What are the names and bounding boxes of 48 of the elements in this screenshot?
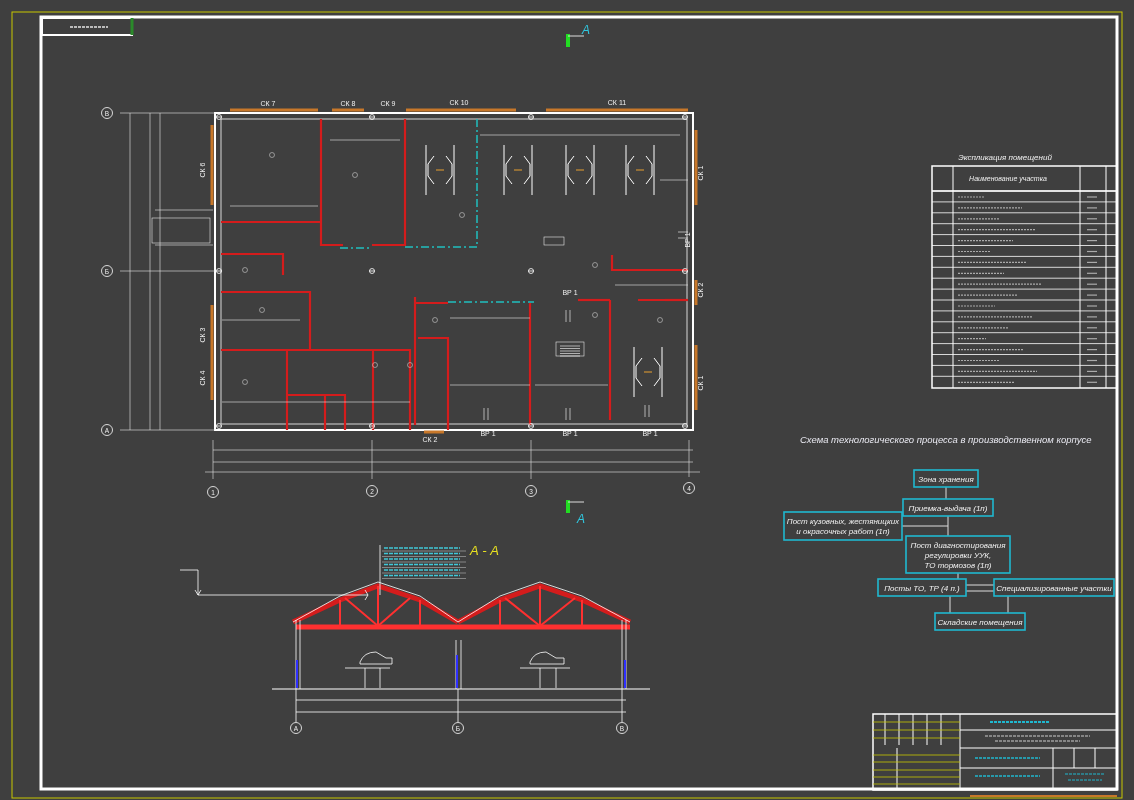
connector-line: [957, 572, 959, 580]
room-number-circle: [459, 212, 465, 218]
connector-line: [965, 590, 995, 592]
connector-line: [945, 486, 947, 500]
column-marker: [681, 423, 689, 429]
vehicle-lift-drawing: [565, 144, 595, 196]
process-box: Приемка-выдача (1п): [902, 498, 994, 517]
column-marker: [527, 268, 535, 274]
column-marker: [368, 423, 376, 429]
process-box: Пост кузовных, жестяницких и окрасочных работ (1п): [783, 511, 903, 541]
process-box: Зона хранения: [913, 469, 979, 488]
process-box: Складские помещения: [934, 612, 1026, 631]
room-number-circle: [242, 379, 248, 385]
column-marker: [527, 114, 535, 120]
column-marker: [368, 268, 376, 274]
section-title: А - А: [470, 543, 499, 558]
connector-line: [965, 584, 995, 586]
column-marker: [681, 114, 689, 120]
vehicle-lift-drawing: [425, 144, 455, 196]
column-marker: [215, 114, 223, 120]
room-number-circle: [592, 262, 598, 268]
room-number-circle: [372, 362, 378, 368]
column-marker: [215, 423, 223, 429]
column-marker: [527, 423, 535, 429]
column-marker: [215, 268, 223, 274]
connector-line: [949, 595, 951, 614]
column-marker: [681, 268, 689, 274]
room-number-circle: [592, 312, 598, 318]
vehicle-lift-drawing: [633, 346, 663, 398]
room-number-circle: [269, 152, 275, 158]
room-number-circle: [657, 317, 663, 323]
table-title: Экспликация помещений: [958, 153, 1052, 162]
room-number-circle: [432, 317, 438, 323]
column-marker: [368, 114, 376, 120]
vehicle-lift-drawing: [503, 144, 533, 196]
room-number-circle: [242, 267, 248, 273]
process-box: Пост диагностирования регулировки УУК, ТО тормозов (1п): [905, 535, 1011, 574]
process-box: Специализированные участки: [993, 578, 1115, 597]
room-number-circle: [259, 307, 265, 313]
section-cut-mark: [566, 500, 585, 513]
section-cut-label: А: [582, 23, 590, 37]
room-number-circle: [407, 362, 413, 368]
room-number-circle: [352, 172, 358, 178]
process-box: Посты ТО, ТР (4 п.): [877, 578, 967, 597]
section-cut-label: А: [577, 512, 585, 526]
section-cut-mark: [566, 34, 585, 47]
vehicle-lift-drawing: [625, 144, 655, 196]
scheme-title: Схема технологического процесса в производственном корпусе: [800, 434, 1092, 445]
